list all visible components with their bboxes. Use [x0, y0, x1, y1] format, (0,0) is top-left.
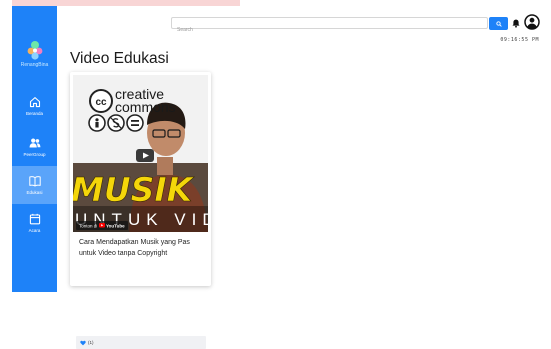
heart-icon — [80, 340, 86, 345]
search-button[interactable] — [489, 17, 508, 30]
cc-badge: cc — [95, 97, 107, 108]
search-icon — [495, 20, 502, 27]
thumbnail-brand-line-2: commons — [115, 99, 176, 115]
sidebar-item-beranda[interactable]: Beranda — [12, 87, 57, 125]
logo-mark-icon — [27, 40, 42, 60]
user-circle-icon[interactable] — [524, 14, 540, 30]
page-title: Video Edukasi — [70, 50, 169, 67]
video-thumbnail[interactable]: cc creative commons MUSIK UNTUK VID Tont… — [73, 75, 208, 232]
sidebar-item-label: Acara — [28, 227, 41, 233]
home-icon — [29, 96, 40, 107]
like-count: (1) — [88, 340, 94, 345]
calendar-icon — [29, 213, 40, 224]
sidebar-item-peergroup[interactable]: PeerGroup — [12, 128, 57, 166]
logo-text: RenangBina — [20, 61, 49, 68]
current-time: 09:16:55 PM — [500, 37, 539, 43]
search-box — [171, 17, 488, 35]
app-logo[interactable]: RenangBina — [12, 30, 57, 76]
video-card-footer: (1) — [76, 336, 206, 349]
cc-nd-icon — [126, 114, 144, 132]
video-thumbnail-art: cc creative commons MUSIK UNTUK VID Tont… — [73, 75, 208, 232]
watch-on-label: Tonton di — [79, 224, 97, 229]
video-title[interactable]: Cara Mendapatkan Musik yang Pas untuk Vi… — [79, 238, 205, 259]
sidebar-item-label: PeerGroup — [23, 151, 46, 157]
sidebar-item-edukasi[interactable]: Edukasi — [12, 166, 57, 204]
video-card[interactable]: cc creative commons MUSIK UNTUK VID Tont… — [70, 72, 211, 349]
sidebar-item-label: Beranda — [25, 110, 43, 116]
sidebar-item-acara[interactable]: Acara — [12, 204, 57, 242]
bell-icon[interactable] — [512, 19, 520, 28]
sidebar-item-label: Edukasi — [26, 189, 43, 195]
search-input[interactable] — [172, 25, 487, 35]
thumbnail-headline: MUSIK — [73, 170, 195, 209]
sidebar: RenangBina Beranda PeerGroup Edukasi Aca… — [12, 6, 57, 292]
youtube-label: YouTube — [106, 224, 125, 229]
book-open-icon — [28, 175, 41, 186]
like-button[interactable]: (1) — [80, 340, 94, 346]
users-icon — [29, 138, 40, 147]
